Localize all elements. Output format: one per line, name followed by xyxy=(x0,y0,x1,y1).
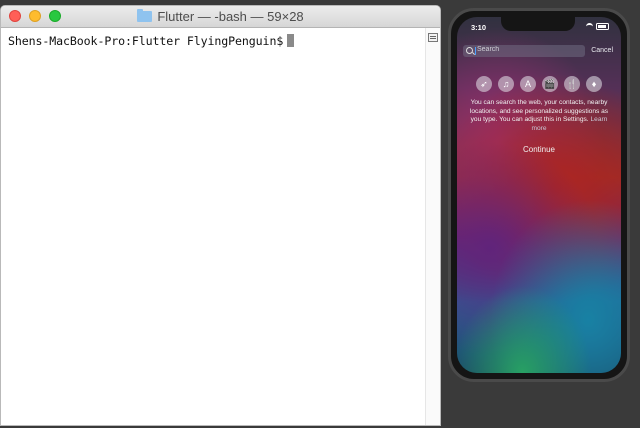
search-input[interactable] xyxy=(477,46,577,53)
folder-icon xyxy=(137,9,153,22)
shell-prompt-line[interactable]: Shens-MacBook-Pro:Flutter FlyingPenguin$ xyxy=(8,34,295,48)
app-store-icon[interactable]: A xyxy=(520,76,536,92)
iphone-simulator: 3:10 Cancel ➶ ♫ A 🎬 🍴 ♦ You can search t… xyxy=(448,8,630,382)
continue-button[interactable]: Continue xyxy=(457,145,621,154)
restaurants-icon[interactable]: 🍴 xyxy=(564,76,580,92)
split-pane-icon[interactable] xyxy=(428,33,438,42)
shell-prompt: Shens-MacBook-Pro:Flutter FlyingPenguin$ xyxy=(8,34,284,48)
siri-suggestions-description: You can search the web, your contacts, n… xyxy=(467,99,611,133)
search-icon xyxy=(466,47,473,54)
terminal-titlebar[interactable]: Flutter — -bash — 59×28 xyxy=(1,6,440,28)
text-cursor xyxy=(287,34,295,47)
spotlight-search-bar: Cancel xyxy=(463,45,615,57)
text-cursor xyxy=(475,47,476,55)
window-title-text: Flutter — -bash — 59×28 xyxy=(157,9,304,24)
status-icons xyxy=(586,23,609,30)
status-time: 3:10 xyxy=(471,23,487,32)
terminal-content[interactable]: Shens-MacBook-Pro:Flutter FlyingPenguin$ xyxy=(1,28,440,425)
search-field[interactable] xyxy=(463,45,585,57)
safari-icon[interactable]: ➶ xyxy=(476,76,492,92)
tips-icon[interactable]: ♦ xyxy=(586,76,602,92)
battery-icon xyxy=(596,23,609,30)
suggested-apps: ➶ ♫ A 🎬 🍴 ♦ xyxy=(457,76,621,92)
phone-screen: 3:10 Cancel ➶ ♫ A 🎬 🍴 ♦ You can search t… xyxy=(457,17,621,373)
wifi-icon xyxy=(586,23,593,30)
terminal-window[interactable]: Flutter — -bash — 59×28 Shens-MacBook-Pr… xyxy=(0,5,441,426)
window-title: Flutter — -bash — 59×28 xyxy=(1,9,440,24)
description-text: You can search the web, your contacts, n… xyxy=(469,99,609,124)
scrollbar[interactable] xyxy=(425,28,440,425)
phone-notch xyxy=(501,17,575,31)
cancel-button[interactable]: Cancel xyxy=(591,47,613,54)
music-icon[interactable]: ♫ xyxy=(498,76,514,92)
movies-icon[interactable]: 🎬 xyxy=(542,76,558,92)
